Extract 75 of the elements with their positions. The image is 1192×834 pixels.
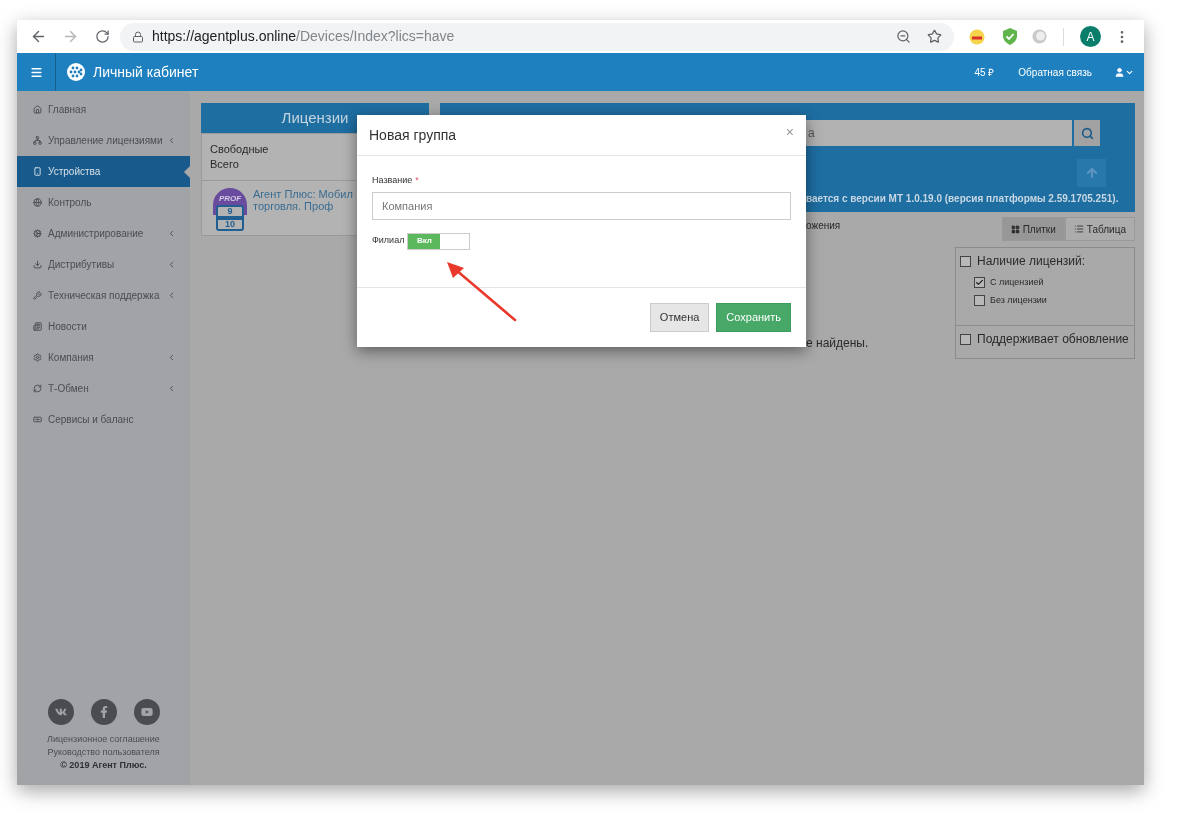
save-button[interactable]: Сохранить — [716, 303, 791, 332]
user-icon — [1114, 66, 1125, 78]
banknote-icon — [33, 415, 42, 424]
checkbox[interactable] — [974, 294, 985, 306]
toggle-label: Филиал — [372, 234, 405, 248]
shield-icon[interactable] — [1002, 28, 1018, 45]
extension-icon[interactable] — [969, 28, 985, 45]
license-row-label: Всего — [210, 157, 240, 172]
search-icon — [1080, 126, 1094, 140]
lock-icon — [132, 30, 144, 43]
list-icon — [1073, 224, 1084, 234]
footer-link[interactable]: Лицензионное соглашение — [47, 733, 160, 746]
globe-icon — [33, 198, 42, 207]
license-row-label: Свободные — [210, 142, 270, 157]
arrow-up-icon — [1084, 166, 1099, 180]
filter-label: Наличие лицензий: — [977, 253, 1085, 270]
branch-toggle[interactable]: Вкл — [407, 232, 471, 250]
address-bar[interactable]: https://agentplus.online/Devices/Index?lics=have — [120, 22, 954, 51]
gear-icon — [33, 353, 42, 362]
checkbox[interactable] — [960, 255, 971, 267]
checkbox[interactable] — [960, 333, 971, 345]
newspaper-icon — [33, 322, 42, 331]
wrench-icon — [33, 291, 42, 300]
search-button[interactable] — [1074, 120, 1100, 146]
vk-icon[interactable] — [47, 699, 74, 725]
filter-option: Без лицензии — [990, 293, 1047, 307]
sidebar-item[interactable]: Администрирование — [17, 218, 190, 249]
product-name: Агент Плюс: Мобил — [253, 188, 353, 200]
phone-icon — [33, 167, 42, 176]
name-field[interactable]: Компания — [372, 191, 791, 220]
download-icon — [33, 260, 42, 269]
sidebar-item[interactable]: Т-Обмен — [17, 373, 190, 404]
profile-avatar[interactable]: A — [1080, 26, 1101, 47]
checkbox[interactable] — [974, 277, 985, 289]
logo-icon — [67, 63, 85, 81]
balance-text[interactable]: 45 ₽ — [974, 64, 995, 80]
hierarchy-icon — [33, 136, 42, 145]
app-title: Личный кабинет — [93, 62, 199, 82]
sidebar-item[interactable]: Техническая поддержка — [17, 280, 190, 311]
view-tab[interactable]: Плитки — [1001, 217, 1065, 241]
sidebar-item[interactable]: Новости — [17, 311, 190, 342]
list-text: ожения — [806, 219, 842, 233]
gears-icon — [33, 229, 42, 238]
facebook-icon[interactable] — [90, 699, 117, 725]
notice-text: вается с версии МТ 1.0.19.0 (версия платформы 2.59.1705.251). — [806, 193, 1119, 205]
star-icon[interactable] — [927, 29, 942, 44]
refresh-icon — [33, 384, 42, 393]
free-count: 9 — [216, 205, 244, 218]
sidebar-item[interactable]: Контроль — [17, 187, 190, 218]
youtube-icon[interactable] — [133, 699, 160, 725]
filter-label: Поддерживает обновление — [977, 331, 1129, 348]
zoom-out-icon[interactable] — [896, 29, 911, 44]
sidebar-item[interactable]: Устройства — [17, 156, 190, 187]
back-icon[interactable] — [30, 28, 47, 45]
copyright-text: © 2019 Агент Плюс. — [60, 759, 147, 772]
url-text: https://agentplus.online/Devices/Index?lics=have — [152, 27, 455, 46]
reload-icon[interactable] — [95, 29, 110, 44]
product-name: торговля. Проф — [253, 200, 335, 212]
view-tab[interactable]: Таблица — [1064, 217, 1135, 241]
sidebar-item[interactable]: Главная — [17, 94, 190, 125]
grid-icon — [1010, 224, 1020, 234]
sidebar-item[interactable]: Компания — [17, 342, 190, 373]
filter-option: С лицензией — [990, 276, 1044, 290]
total-count: 10 — [216, 218, 244, 231]
menu-icon[interactable] — [30, 65, 43, 79]
sidebar-item[interactable]: Управление лицензиями — [17, 125, 190, 156]
empty-text: е найдены. — [806, 335, 870, 352]
sidebar-item[interactable]: Сервисы и баланс — [17, 404, 190, 435]
close-button[interactable]: × — [785, 121, 794, 143]
user-menu[interactable] — [1114, 66, 1134, 78]
cancel-button[interactable]: Отмена — [649, 303, 710, 332]
sidebar-item[interactable]: Дистрибутивы — [17, 249, 190, 280]
home-icon — [33, 105, 42, 114]
feedback-link[interactable]: Обратная связь — [1018, 64, 1092, 80]
footer-link[interactable]: Руководство пользователя — [47, 746, 160, 759]
